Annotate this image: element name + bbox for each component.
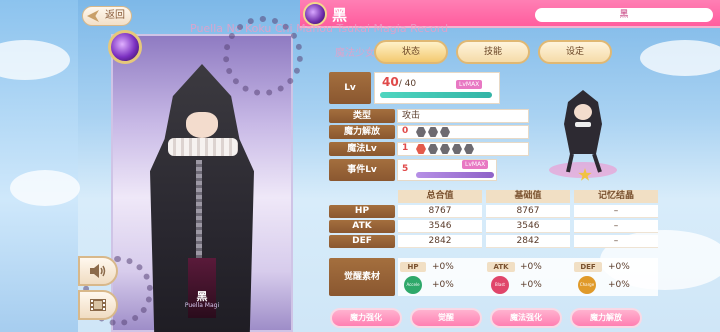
stats-header-memoria: 记忆结晶 (574, 190, 658, 203)
stat-def-total: 2842 (398, 235, 482, 248)
lv-max: / 40 (398, 79, 417, 89)
character-name-field[interactable]: 黑 (535, 8, 713, 22)
tab-status[interactable]: 状态 (374, 40, 448, 64)
lv-label: Lv (329, 72, 371, 104)
stats-header-base: 基础值 (486, 190, 570, 203)
awaken-hp-value: +0% (432, 262, 454, 272)
magic-lv-label: 魔法Lv (329, 142, 395, 156)
awaken-def-label: DEF (574, 262, 602, 272)
cloud-decoration (640, 40, 720, 76)
character-face (186, 112, 218, 138)
stat-def-memoria: – (574, 235, 658, 248)
type-label: 类型 (329, 109, 395, 123)
cloud-decoration (10, 170, 80, 206)
stat-hp-total: 8767 (398, 205, 482, 218)
magia-value: 0 (402, 126, 409, 136)
accele-value: +0% (432, 280, 454, 290)
stat-hp-base: 8767 (486, 205, 570, 218)
tab-settings[interactable]: 设定 (538, 40, 612, 64)
lv-progress-bar (380, 92, 492, 98)
stat-name-hp: HP (329, 205, 395, 218)
stat-name-def: DEF (329, 235, 395, 248)
stat-atk-total: 3546 (398, 220, 482, 233)
gear-decoration (223, 16, 303, 96)
voice-button[interactable] (78, 256, 118, 286)
stats-header-total: 总合值 (398, 190, 482, 203)
lv-max-badge: LvMAX (456, 80, 483, 89)
awaken-def-value: +0% (608, 262, 630, 272)
awaken-button[interactable]: 觉醒 (410, 308, 482, 328)
blast-orb-icon[interactable]: Blast (491, 276, 509, 294)
magic-enhance-button[interactable]: 魔法强化 (490, 308, 562, 328)
magia-label: 魔力解放 (329, 125, 395, 139)
awaken-atk-value: +0% (520, 262, 542, 272)
movie-button[interactable] (78, 290, 118, 320)
awaken-atk-label: ATK (487, 262, 515, 272)
event-lv-value: 5 (402, 164, 409, 174)
lv-value: 40/ 40 (382, 75, 416, 89)
film-icon (90, 299, 106, 311)
magia-release-button[interactable]: 魔力解放 (570, 308, 642, 328)
awaken-hp-label: HP (400, 262, 426, 272)
event-lv-max-badge: LvMAX (462, 160, 489, 169)
accele-orb-icon[interactable]: Accele (404, 276, 422, 294)
game-screen: 黑 黑 Puella No Koku Chi Mahou Tsukai Magi… (0, 0, 720, 332)
soul-gem-icon (108, 30, 142, 64)
tab-skills[interactable]: 技能 (456, 40, 530, 64)
event-progress-bar (416, 172, 494, 178)
back-arrow-icon (87, 10, 99, 22)
stat-hp-memoria: – (574, 205, 658, 218)
lv-progress-fill (380, 92, 492, 98)
character-fur-collar (168, 138, 238, 156)
card-subtitle: Puella Magi (184, 302, 220, 309)
back-button-label: 返回 (105, 10, 125, 21)
back-button[interactable]: 返回 (82, 6, 132, 26)
magic-lv-value: 1 (402, 143, 409, 153)
charge-orb-icon[interactable]: Charge (578, 276, 596, 294)
magia-enhance-button[interactable]: 魔力强化 (330, 308, 402, 328)
lv-current: 40 (382, 75, 399, 89)
type-value: 攻击 (397, 109, 529, 123)
stat-def-base: 2842 (486, 235, 570, 248)
speaker-icon (90, 264, 106, 278)
stat-atk-memoria: – (574, 220, 658, 233)
character-sprite (549, 90, 617, 178)
stat-atk-base: 3546 (486, 220, 570, 233)
awakening-label: 觉醒素材 (329, 258, 395, 296)
stat-name-atk: ATK (329, 220, 395, 233)
blast-value: +0% (520, 280, 542, 290)
charge-value: +0% (608, 280, 630, 290)
event-lv-label: 事件Lv (329, 159, 395, 181)
event-progress-fill (416, 172, 494, 178)
